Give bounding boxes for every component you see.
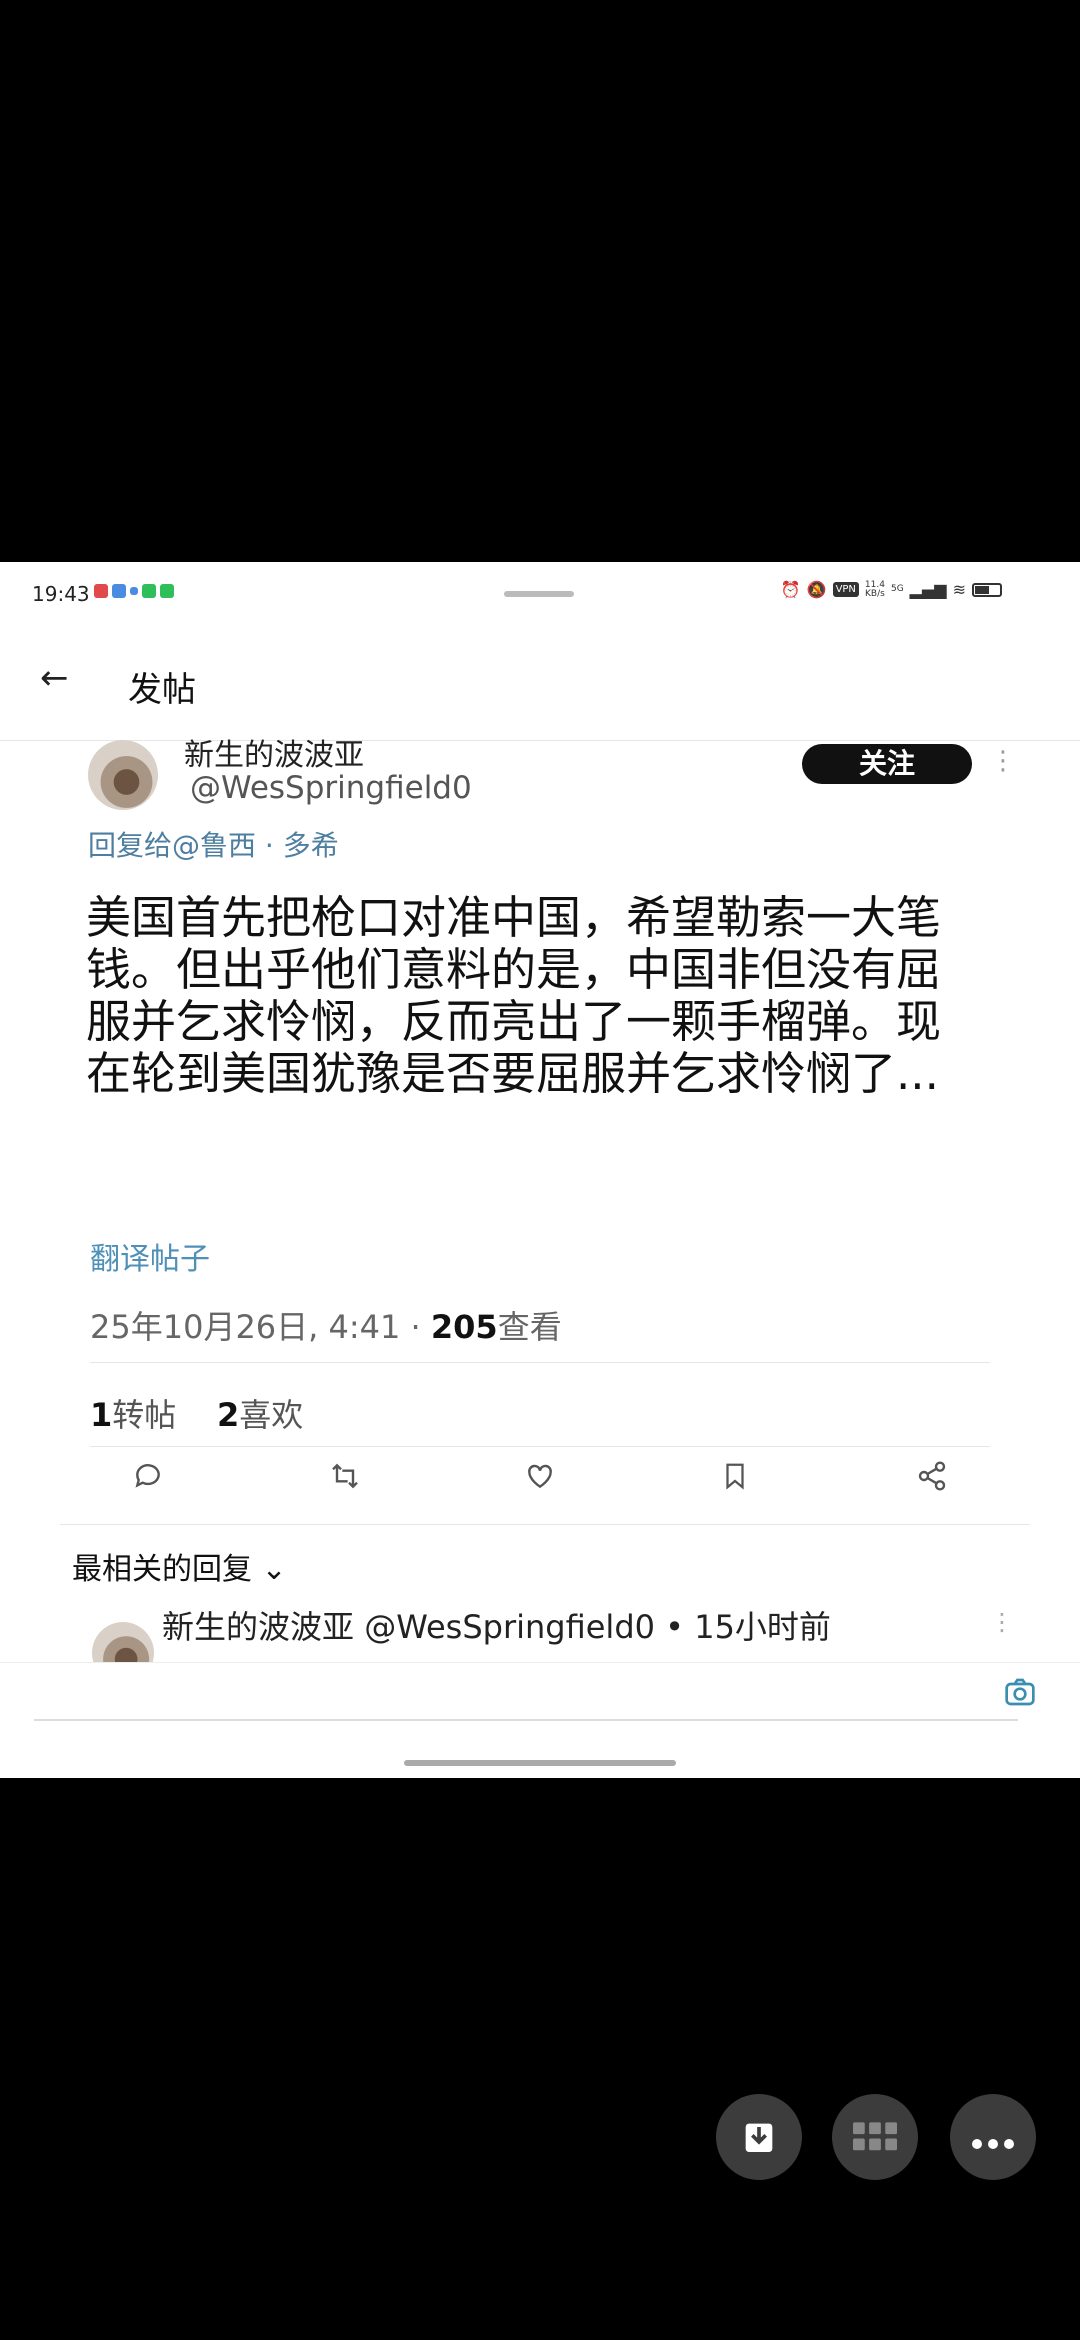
mute-icon: 🔕 [806,580,827,599]
battery-icon [972,582,1002,597]
app-notification-icon [94,584,108,598]
more-icon[interactable] [950,2094,1036,2180]
reply-to-label[interactable]: 回复给@鲁西 · 多希 [88,824,339,864]
wechat-icon [142,584,156,598]
notification-icons [94,584,174,598]
likes-stat[interactable]: 2喜欢 [217,1396,303,1434]
app-notification-icon [130,587,138,595]
repost-icon[interactable] [328,1460,362,1500]
app-notification-icon [160,584,174,598]
home-indicator [404,1760,676,1766]
reply-more-icon[interactable]: ⋮ [990,1608,1014,1636]
post-stats: 1转帖 2喜欢 [90,1390,303,1436]
status-bar: 19:43 ⏰ 🔕 VPN 11.4 KB/s 5G ▂▄▆ ≋ [0,562,1080,628]
reply-header: 新生的波波亚 @WesSpringfield0 • 15小时前 [162,1602,831,1648]
post-text: 美国首先把枪口对准中国，希望勒索一大笔钱。但出乎他们意料的是，中国非但没有屈服并… [86,891,942,1100]
author-name[interactable]: 新生的波波亚 [184,730,364,774]
share-icon[interactable] [916,1460,948,1500]
avatar[interactable] [88,740,158,810]
comment-icon[interactable] [132,1460,164,1500]
reply-input-bar [0,1662,1080,1747]
app-notification-icon [112,584,126,598]
divider [60,1524,1030,1525]
post-timestamp: 25年10月26日, 4:41 [90,1308,401,1346]
network-speed: 11.4 KB/s [864,579,885,599]
reply-input[interactable] [34,1677,1018,1721]
download-button[interactable] [716,2094,802,2180]
author-handle[interactable]: @WesSpringfield0 [190,770,472,806]
heart-icon[interactable] [524,1460,556,1500]
reply-time: • 15小时前 [665,1608,831,1646]
bookmark-icon[interactable] [720,1460,750,1500]
more-options-icon[interactable]: ⋮ [990,746,1016,776]
wifi-icon: ≋ [952,580,966,599]
top-bar: ← 发帖 [0,628,1080,741]
action-bar [90,1450,990,1510]
reply-author-name[interactable]: 新生的波波亚 [162,1608,354,1646]
follow-button[interactable]: 关注 [802,744,972,784]
status-time: 19:43 [32,582,90,606]
page-title: 发帖 [128,670,196,710]
signal-icon: ▂▄▆ [909,580,947,599]
post-meta: 25年10月26日, 4:41 · 205查看 [90,1308,562,1346]
divider [90,1362,990,1363]
reposts-stat[interactable]: 1转帖 [90,1396,176,1434]
divider [90,1446,990,1447]
status-icons: ⏰ 🔕 VPN 11.4 KB/s 5G ▂▄▆ ≋ [781,580,1002,599]
views-label: 查看 [497,1308,562,1346]
views-count: 205 [430,1308,498,1346]
reply-author-handle[interactable]: @WesSpringfield0 [364,1608,655,1646]
network-type: 5G [890,584,904,594]
grid-icon[interactable] [832,2094,918,2180]
reply-sort-dropdown[interactable]: 最相关的回复 ⌄ [72,1544,287,1588]
screenshot-frame: 19:43 ⏰ 🔕 VPN 11.4 KB/s 5G ▂▄▆ ≋ ← 发帖 新生… [0,562,1080,1778]
status-pill [504,591,574,597]
back-arrow-icon[interactable]: ← [40,658,69,698]
vpn-badge: VPN [832,582,859,597]
alarm-icon: ⏰ [780,580,801,599]
camera-icon[interactable] [1004,1677,1036,1715]
translate-post-link[interactable]: 翻译帖子 [90,1234,210,1278]
